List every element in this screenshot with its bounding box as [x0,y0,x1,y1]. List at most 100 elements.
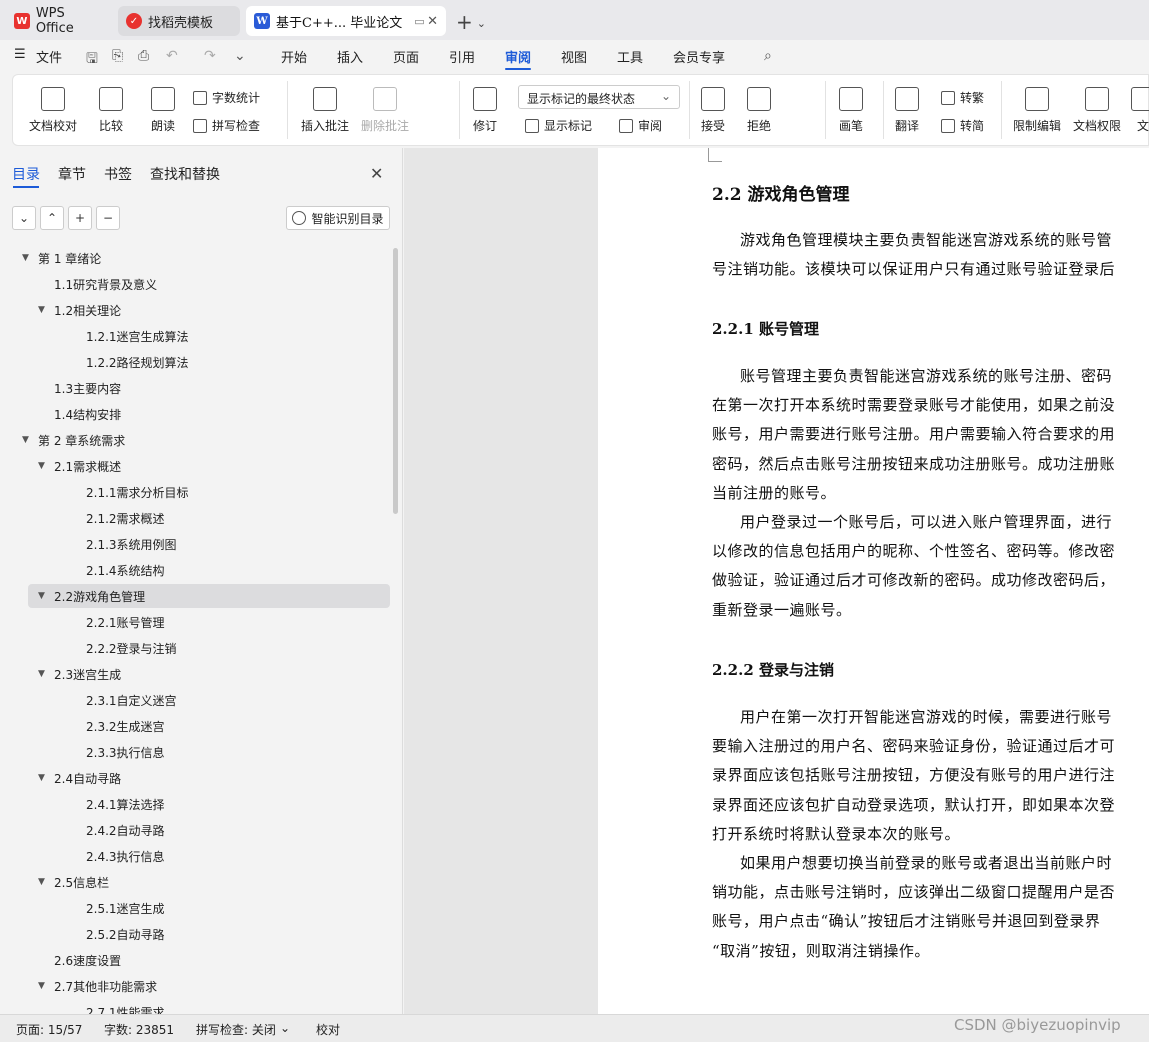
toc-item[interactable]: ▼ 2.4自动寻路 [38,766,121,790]
toc-item[interactable]: 2.4.3执行信息 [86,844,165,868]
menu-start[interactable]: 开始 [281,47,307,66]
smart-toc-button[interactable]: 智能识别目录 [286,206,390,230]
expand-triangle-icon[interactable]: ▼ [38,981,54,991]
tab-toc[interactable]: 目录 [12,164,40,184]
expand-triangle-icon[interactable]: ▼ [38,591,54,601]
tab-bookmark[interactable]: 书签 [104,164,132,184]
menu-member[interactable]: 会员专享 [673,47,725,66]
to-simplified-button[interactable]: 转简 [941,117,984,134]
toc-item[interactable]: 2.3.2生成迷宫 [86,714,165,738]
menu-view[interactable]: 视图 [561,47,587,66]
toc-item[interactable]: ▼ 2.7其他非功能需求 [38,974,157,998]
expand-triangle-icon[interactable]: ▼ [22,253,38,263]
revise-button[interactable]: 修订 [473,87,497,134]
toc-item[interactable]: 2.1.2需求概述 [86,506,165,530]
undo-icon[interactable]: ↶ [166,48,178,64]
proofread-indicator[interactable]: 校对 [316,1021,340,1038]
delete-comment-button[interactable]: 删除批注 [361,87,409,134]
close-icon[interactable]: ✕ [370,164,383,183]
remove-level-button[interactable]: − [96,206,120,230]
toc-item[interactable]: 2.5.2自动寻路 [86,922,165,946]
show-markup-button[interactable]: 显示标记 [525,117,592,134]
toc-scrollbar[interactable] [393,248,398,514]
expand-down-button[interactable]: ⌄ [12,206,36,230]
save-icon[interactable]: 🖫 [86,48,98,72]
word-count-indicator[interactable]: 字数: 23851 [104,1021,174,1038]
add-level-button[interactable]: + [68,206,92,230]
tab-document[interactable]: W 基于C++... 毕业论文 ▭ ✕ [246,6,446,36]
toc-item[interactable]: 2.1.3系统用例图 [86,532,177,556]
doc-permission-button[interactable]: 文档权限 [1073,87,1121,134]
toc-item[interactable]: ▼ 1.2相关理论 [38,298,121,322]
toc-item[interactable]: 2.1.1需求分析目标 [86,480,189,504]
expand-triangle-icon[interactable]: ▼ [38,877,54,887]
toc-item[interactable]: 2.4.2自动寻路 [86,818,165,842]
page-indicator[interactable]: 页面: 15/57 [16,1021,82,1038]
tab-template[interactable]: ✓ 找稻壳模板 [118,6,240,36]
restrict-edit-button[interactable]: 限制编辑 [1013,87,1061,134]
share-icon[interactable]: ⎘ [112,48,123,64]
insert-comment-button[interactable]: 插入批注 [301,87,349,134]
toc-item[interactable]: 1.2.2路径规划算法 [86,350,189,374]
toc-item[interactable]: 1.3主要内容 [54,376,121,400]
compare-button[interactable]: 比较 [99,87,123,134]
expand-triangle-icon[interactable]: ▼ [38,461,54,471]
accept-button[interactable]: 接受 [701,87,725,134]
print-preview-icon[interactable]: ⎙ [138,48,149,64]
tab-find-replace[interactable]: 查找和替换 [150,164,220,184]
toc-item[interactable]: 2.3.3执行信息 [86,740,165,764]
toc-item[interactable]: 1.2.1迷宫生成算法 [86,324,189,348]
spell-check-indicator[interactable]: 拼写检查: 关闭 [196,1021,276,1038]
expand-triangle-icon[interactable]: ▼ [38,305,54,315]
close-tab-icon[interactable]: ✕ [427,14,438,29]
translate-button[interactable]: 翻译 [895,87,919,134]
spell-check-button[interactable]: 拼写检查 [193,117,260,134]
toc-item[interactable]: 2.3.1自定义迷宫 [86,688,177,712]
menu-insert[interactable]: 插入 [337,47,363,66]
toc-item[interactable]: 1.1研究背景及意义 [54,272,157,296]
markup-state-select[interactable]: 显示标记的最终状态 ⌄ [518,85,680,109]
reject-button[interactable]: 拒绝 [747,87,771,134]
toc-item[interactable]: ▼ 2.5信息栏 [38,870,109,894]
expand-triangle-icon[interactable]: ▼ [22,435,38,445]
menu-reference[interactable]: 引用 [449,47,475,66]
expand-triangle-icon[interactable]: ▼ [38,669,54,679]
hamburger-icon[interactable]: ☰ [14,47,26,62]
toc-item[interactable]: 2.2.2登录与注销 [86,636,177,660]
chevron-down-icon[interactable]: ⌄ [477,17,486,30]
menu-tools[interactable]: 工具 [617,47,643,66]
toc-item[interactable]: 1.4结构安排 [54,402,121,426]
to-traditional-button[interactable]: 转繁 [941,89,984,106]
tab-wps-office[interactable]: W WPS Office [6,6,114,36]
toc-item[interactable]: 2.1.4系统结构 [86,558,165,582]
new-tab-button[interactable]: + ⌄ [456,10,486,34]
toc-item[interactable]: ▼ 2.1需求概述 [38,454,121,478]
toc-item[interactable]: ▼ 第 2 章系统需求 [22,428,125,452]
menu-page[interactable]: 页面 [393,47,419,66]
collapse-up-button[interactable]: ⌃ [40,206,64,230]
toc-item[interactable]: ▼ 2.2游戏角色管理 [38,584,145,608]
pen-button[interactable]: 画笔 [839,87,863,134]
quick-access-dropdown-icon[interactable]: ⌄ [234,48,246,64]
toc-item[interactable]: 2.4.1算法选择 [86,792,165,816]
toc-item[interactable]: ▼ 第 1 章绪论 [22,246,101,270]
word-count-button[interactable]: 字数统计 [193,89,260,106]
toc-item[interactable]: 2.6速度设置 [54,948,121,972]
redo-icon[interactable]: ↷ [204,48,216,64]
read-aloud-button[interactable]: 朗读 [151,87,175,134]
chevron-down-icon[interactable]: ⌄ [280,1021,290,1035]
expand-triangle-icon[interactable]: ▼ [38,773,54,783]
menu-file[interactable]: 文件 [36,47,62,66]
review-pane-label: 审阅 [638,119,663,133]
menu-review[interactable]: 审阅 [505,47,531,66]
review-pane-button[interactable]: 审阅 [619,117,662,134]
toc-item[interactable]: 2.5.1迷宫生成 [86,896,165,920]
toc-item[interactable]: 2.2.1账号管理 [86,610,165,634]
more-button[interactable]: 文 [1131,87,1149,134]
window-mode-icon[interactable]: ▭ [414,15,424,28]
search-icon[interactable]: ⌕ [764,48,772,64]
proofread-button[interactable]: 文档校对 [29,87,77,134]
document-page[interactable]: 2.2 游戏角色管理 游戏角色管理模块主要负责智能迷宫游戏系统的账号管 号注销功能… [598,148,1149,1014]
toc-item[interactable]: ▼ 2.3迷宫生成 [38,662,121,686]
tab-chapter[interactable]: 章节 [58,164,86,184]
